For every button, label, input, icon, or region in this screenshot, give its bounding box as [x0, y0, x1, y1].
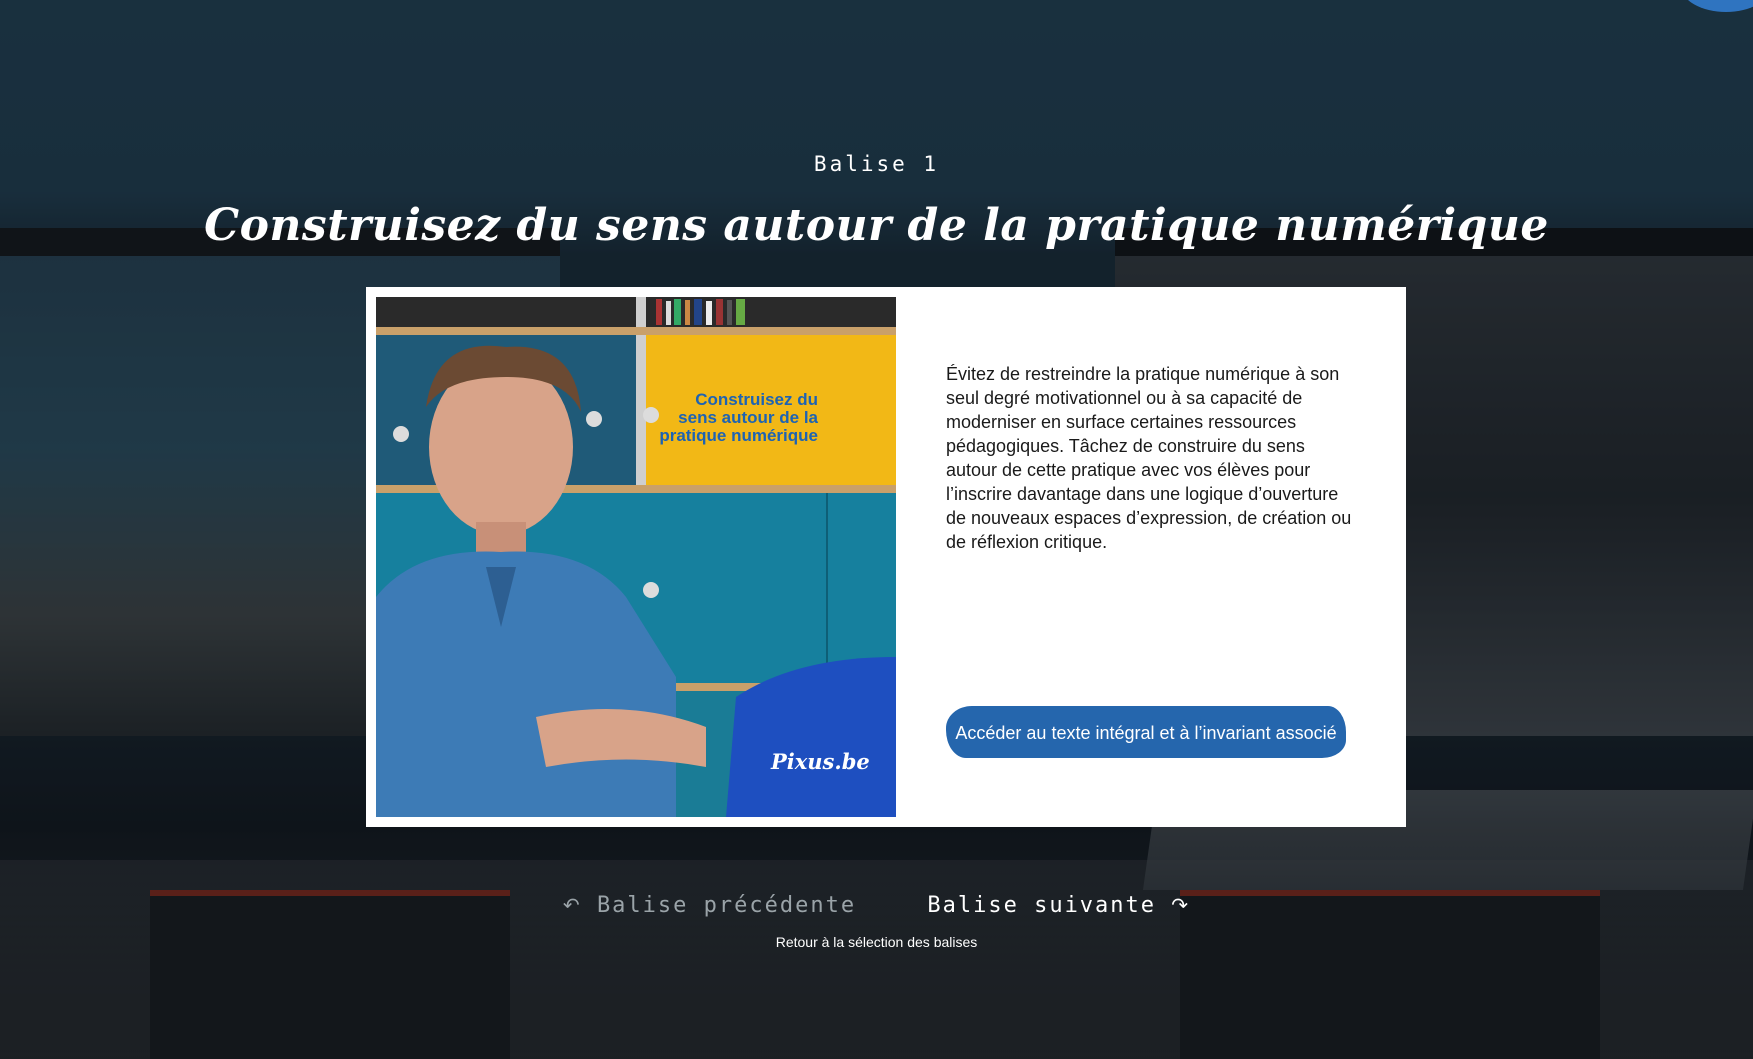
video-thumbnail[interactable]: Construisez du sens autour de la pratiqu… [376, 297, 896, 817]
main-content: Balise 1 Construisez du sens autour de l… [0, 0, 1753, 1059]
video-thumbnail-image [376, 297, 896, 817]
balise-card: Construisez du sens autour de la pratiqu… [366, 287, 1406, 827]
full-text-button[interactable]: Accéder au texte intégral et à l’invaria… [946, 706, 1346, 758]
video-watermark: Pixus.be [771, 749, 870, 774]
undo-arrow-icon: ↶ [562, 893, 582, 917]
previous-balise-label: Balise précédente [596, 893, 857, 918]
redo-arrow-icon: ↷ [1171, 893, 1191, 917]
balise-number: Balise 1 [813, 152, 940, 176]
video-overlay-title-line1: Construisez du [695, 390, 818, 409]
previous-balise-link[interactable]: ↶ Balise précédente [563, 893, 871, 918]
video-overlay-title: Construisez du sens autour de la pratiqu… [628, 391, 818, 445]
page: Balise 1 Construisez du sens autour de l… [0, 0, 1753, 1059]
video-overlay-title-line3: pratique numérique [659, 426, 818, 445]
balise-description: Évitez de restreindre la pratique numéri… [946, 364, 1352, 552]
next-balise-label: Balise suivante [927, 893, 1157, 918]
back-to-selection-link[interactable]: Retour à la sélection des balises [0, 934, 1753, 950]
balise-navigation: ↶ Balise précédente Balise suivante ↷ [0, 893, 1753, 918]
page-title: Construisez du sens autour de la pratiqu… [204, 200, 1549, 251]
video-overlay-title-line2: sens autour de la [678, 408, 818, 427]
next-balise-link[interactable]: Balise suivante ↷ [927, 893, 1190, 918]
